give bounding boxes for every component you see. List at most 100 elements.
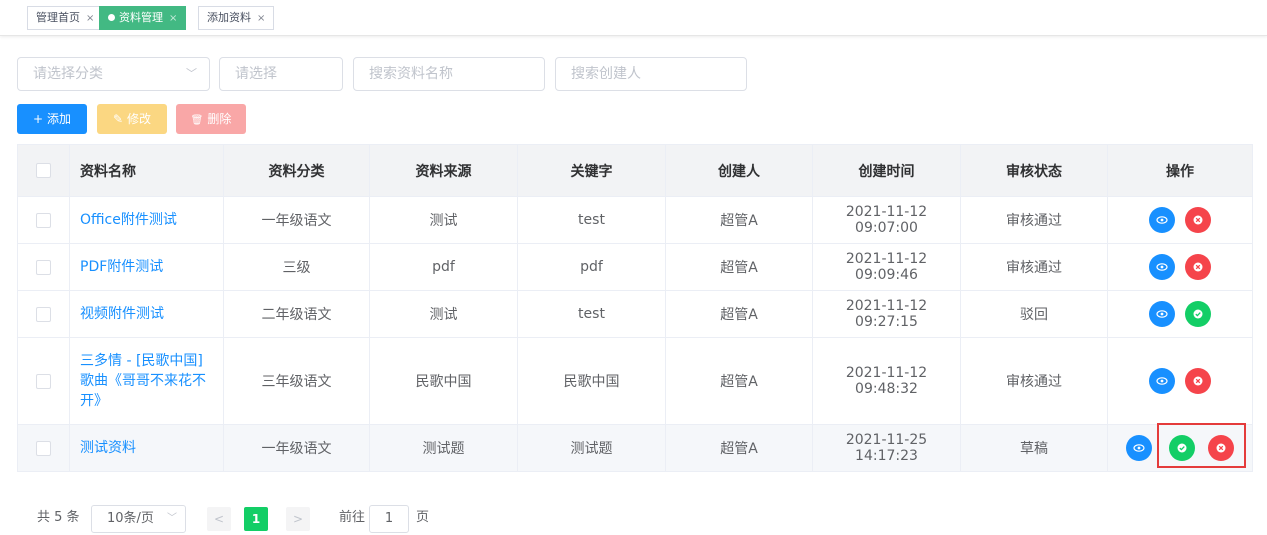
chevron-down-icon: ﹀ [167,513,177,524]
close-icon[interactable]: × [169,13,177,24]
select-all-checkbox[interactable] [36,163,51,178]
check-circle-icon [1193,309,1203,319]
row-checkbox[interactable] [36,212,51,228]
row-checkbox[interactable] [36,373,51,389]
active-dot-icon [108,13,115,21]
table-row: Office附件测试 一年级语文 测试 test 超管A 2021-11-12 … [17,196,1253,244]
chevron-down-icon: ﹀ [186,67,197,80]
add-button[interactable]: + 添加 [17,104,87,134]
table-row: 测试资料 一年级语文 测试题 测试题 超管A 2021-11-25 14:17:… [17,424,1253,472]
eye-icon [1156,310,1168,318]
category-cell: 二年级语文 [223,290,370,338]
goto-page-input[interactable]: 1 [369,505,409,533]
tab-add-material[interactable]: 添加资料 × [198,6,275,30]
table-row: 视频附件测试 二年级语文 测试 test 超管A 2021-11-12 09:2… [17,290,1253,338]
status-cell: 审核通过 [960,196,1108,244]
page-number-current[interactable]: 1 [244,507,268,531]
creator-cell: 超管A [665,290,813,338]
actions-cell [1107,243,1253,291]
actions-cell [1107,290,1253,338]
header-category: 资料分类 [223,144,370,197]
status-cell: 审核通过 [960,337,1108,425]
status-cell: 驳回 [960,290,1108,338]
pagination-total: 共 5 条 [37,510,80,525]
material-name-link[interactable]: 测试资料 [69,424,224,472]
status-select[interactable]: 请选择 [219,57,343,91]
edit-label: 修改 [127,112,152,126]
plus-icon: + [32,112,44,126]
view-button[interactable] [1148,301,1175,327]
eye-icon [1132,444,1145,452]
row-select-cell [17,290,70,338]
category-cell: 三年级语文 [223,337,370,425]
page-size-select[interactable]: 10条/页 ﹀ [91,505,186,533]
source-cell: 测试 [369,196,518,244]
reject-button[interactable] [1185,254,1212,280]
material-name-link[interactable]: PDF附件测试 [69,243,224,291]
material-name-link[interactable]: Office附件测试 [69,196,224,244]
tab-home[interactable]: 管理首页 × [27,6,104,30]
delete-label: 删除 [207,112,232,126]
goto-suffix: 页 [416,510,430,525]
tab-label: 管理首页 [36,11,80,24]
header-created-time: 创建时间 [812,144,961,197]
page-size-value: 10条/页 [107,511,154,526]
approve-button[interactable] [1185,301,1212,327]
tab-label: 资料管理 [119,11,163,24]
row-checkbox[interactable] [36,259,51,275]
creator-cell: 超管A [665,243,813,291]
tab-material-management[interactable]: 资料管理 × [99,6,187,30]
delete-button[interactable]: 🗑 删除 [176,104,246,134]
view-button[interactable] [1148,254,1175,280]
header-keyword: 关键字 [517,144,666,197]
category-cell: 三级 [223,243,370,291]
goto-prefix: 前往 [339,510,366,525]
prev-page-button[interactable]: < [207,507,231,531]
materials-table: 资料名称 资料分类 资料来源 关键字 创建人 创建时间 审核状态 操作 Offi… [17,144,1253,472]
tab-label: 添加资料 [207,11,251,24]
created-time-cell: 2021-11-12 09:07:00 [812,196,961,244]
keyword-cell: test [517,290,666,338]
search-creator-input[interactable]: 搜索创建人 [555,57,747,91]
search-creator-placeholder: 搜索创建人 [571,66,641,82]
category-placeholder: 请选择分类 [33,66,103,82]
row-checkbox[interactable] [36,440,51,456]
select-all-cell [17,144,70,197]
view-button[interactable] [1125,435,1152,461]
next-page-button[interactable]: > [286,507,310,531]
keyword-cell: pdf [517,243,666,291]
close-circle-icon [1193,215,1203,225]
tags-view-bar: 管理首页 × 资料管理 × 添加资料 × [0,0,1267,36]
highlight-box [1157,423,1246,468]
source-cell: 民歌中国 [369,337,518,425]
source-cell: pdf [369,243,518,291]
material-name-link[interactable]: 三多情 - [民歌中国]歌曲《哥哥不来花不开》 [69,337,224,425]
row-select-cell [17,424,70,472]
created-time-cell: 2021-11-12 09:48:32 [812,337,961,425]
search-name-input[interactable]: 搜索资料名称 [353,57,545,91]
header-source: 资料来源 [369,144,518,197]
edit-button[interactable]: ✎ 修改 [97,104,167,134]
view-button[interactable] [1148,207,1175,233]
eye-icon [1156,263,1168,271]
view-button[interactable] [1148,368,1175,394]
close-icon[interactable]: × [86,13,94,24]
eye-icon [1156,216,1168,224]
close-icon[interactable]: × [257,13,265,24]
keyword-cell: 民歌中国 [517,337,666,425]
add-label: 添加 [47,112,72,126]
reject-button[interactable] [1185,368,1212,394]
trash-icon: 🗑 [190,115,204,126]
creator-cell: 超管A [665,196,813,244]
source-cell: 测试 [369,290,518,338]
material-name-link[interactable]: 视频附件测试 [69,290,224,338]
close-circle-icon [1193,376,1203,386]
header-audit-status: 审核状态 [960,144,1108,197]
status-cell: 草稿 [960,424,1108,472]
table-header-row: 资料名称 资料分类 资料来源 关键字 创建人 创建时间 审核状态 操作 [17,144,1253,197]
table-row: 三多情 - [民歌中国]歌曲《哥哥不来花不开》 三年级语文 民歌中国 民歌中国 … [17,337,1253,425]
row-checkbox[interactable] [36,306,51,322]
category-select[interactable]: 请选择分类 ﹀ [17,57,210,91]
source-cell: 测试题 [369,424,518,472]
reject-button[interactable] [1185,207,1212,233]
